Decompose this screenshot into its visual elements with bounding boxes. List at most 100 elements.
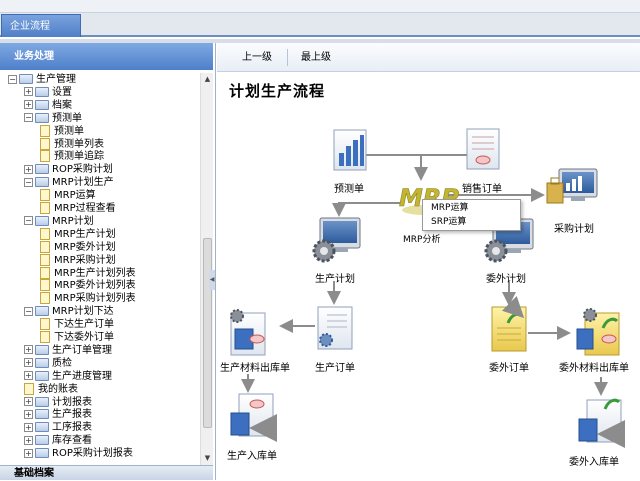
- collapse-minus-icon[interactable]: −: [24, 306, 33, 316]
- expand-plus-icon[interactable]: +: [24, 448, 33, 458]
- tree-item[interactable]: + 库存查看: [24, 434, 92, 447]
- node-outorder[interactable]: [491, 295, 527, 352]
- tree-item[interactable]: MRP过程查看: [40, 202, 116, 215]
- node-prodorder[interactable]: [317, 306, 353, 350]
- node-sales[interactable]: [466, 128, 500, 170]
- tree-item[interactable]: − MRP计划生产: [24, 176, 114, 189]
- tree-item[interactable]: 预测单: [40, 124, 84, 138]
- scroll-thumb[interactable]: [203, 238, 212, 428]
- tree-item[interactable]: + ROP采购计划报表: [24, 447, 133, 460]
- folder-icon: [19, 74, 33, 84]
- node-label-outorder[interactable]: 委外订单: [489, 359, 529, 374]
- tree-item-label: MRP计划下达: [52, 306, 114, 318]
- tree-item[interactable]: + 设置: [24, 86, 72, 99]
- scroll-down-arrow-icon[interactable]: ▼: [202, 453, 213, 464]
- node-matout[interactable]: [230, 309, 266, 356]
- collapse-minus-icon[interactable]: −: [8, 74, 17, 84]
- sidebar-scrollbar[interactable]: ▲ ▼: [200, 73, 213, 465]
- folder-icon: [35, 396, 49, 407]
- tree-item[interactable]: + 档案: [24, 99, 72, 112]
- expand-plus-icon[interactable]: +: [24, 435, 33, 445]
- warehouse-out-icon: [230, 309, 266, 356]
- tree-item[interactable]: + 生产进度管理: [24, 370, 112, 383]
- node-label-prodorder[interactable]: 生产订单: [315, 359, 355, 374]
- collapse-minus-icon[interactable]: −: [24, 113, 33, 123]
- node-label-outin[interactable]: 委外入库单: [569, 453, 619, 468]
- tree-item[interactable]: + 生产订单管理: [24, 344, 112, 357]
- expand-plus-icon[interactable]: +: [24, 345, 33, 355]
- tree-item[interactable]: MRP运算: [40, 189, 96, 202]
- node-outmat[interactable]: [576, 308, 620, 356]
- node-label-outmat[interactable]: 委外材料出库单: [559, 359, 629, 374]
- node-label-outplan[interactable]: 委外计划: [486, 270, 526, 285]
- collapse-minus-icon[interactable]: −: [24, 177, 33, 187]
- tree-item-label: MRP计划: [52, 215, 94, 227]
- tab-strip: 企业流程: [0, 13, 640, 37]
- tree-item-label: MRP委外计划列表: [54, 280, 136, 292]
- panel-splitter-handle[interactable]: ◀: [209, 270, 215, 290]
- tree-item-label: 预测单: [52, 112, 82, 124]
- expand-plus-icon[interactable]: +: [24, 358, 33, 368]
- scroll-up-arrow-icon[interactable]: ▲: [202, 74, 213, 85]
- tree-item[interactable]: 预测单追踪: [40, 150, 104, 163]
- expand-plus-icon[interactable]: +: [24, 87, 33, 97]
- tree-item[interactable]: − 生产管理: [8, 73, 76, 86]
- tree-item[interactable]: 下达委外订单: [40, 331, 114, 344]
- flow-diagram: MRP: [230, 128, 625, 448]
- collapse-minus-icon[interactable]: −: [24, 216, 33, 226]
- expand-plus-icon[interactable]: +: [24, 422, 33, 432]
- node-label-sales[interactable]: 销售订单: [462, 180, 502, 195]
- tree-item[interactable]: − MRP计划: [24, 215, 94, 228]
- tree-item[interactable]: + ROP采购计划: [24, 163, 113, 176]
- tree-item[interactable]: MRP采购计划列表: [40, 292, 136, 305]
- tree-item[interactable]: 预测单列表: [40, 137, 104, 151]
- node-outin[interactable]: [578, 398, 625, 448]
- tree-item-label: MRP生产计划列表: [54, 267, 136, 279]
- tree-item[interactable]: + 质检: [24, 357, 72, 370]
- menu-item-mrp-calc[interactable]: MRP运算: [431, 202, 468, 215]
- expand-plus-icon[interactable]: +: [24, 100, 33, 110]
- expand-plus-icon[interactable]: +: [24, 164, 33, 174]
- tree-item[interactable]: + 计划报表: [24, 396, 92, 409]
- node-label-purchase[interactable]: 采购计划: [554, 220, 594, 235]
- expand-plus-icon[interactable]: +: [24, 409, 33, 419]
- tree-item[interactable]: MRP生产计划列表: [40, 266, 136, 280]
- folder-icon: [35, 177, 49, 188]
- folder-icon: [35, 370, 49, 381]
- node-label-mrp[interactable]: MRP分析: [403, 232, 440, 245]
- expand-plus-icon[interactable]: +: [24, 371, 33, 381]
- folder-icon: [35, 448, 49, 459]
- sidebar: 业务处理 − 生产管理 + 设置 + 档案 − 预测单 预测单 预测单列表 预测单追踪 + ROP采购计…: [0, 43, 216, 480]
- node-forecast[interactable]: [333, 129, 367, 171]
- expand-plus-icon[interactable]: +: [24, 397, 33, 406]
- document-icon: [40, 279, 50, 292]
- node-label-prodin[interactable]: 生产入库单: [227, 447, 277, 462]
- document-icon: [24, 382, 34, 395]
- node-label-forecast[interactable]: 预测单: [334, 180, 364, 195]
- tab-enterprise-flow[interactable]: 企业流程: [1, 14, 81, 37]
- tree-item[interactable]: 下达生产订单: [40, 318, 114, 331]
- tree-item-label: MRP委外计划: [54, 241, 116, 253]
- tree-item[interactable]: + 生产报表: [24, 408, 92, 421]
- tree-item[interactable]: MRP采购计划: [40, 253, 116, 267]
- node-prodplan[interactable]: [312, 217, 361, 263]
- document-icon: [40, 227, 50, 240]
- tree-item[interactable]: − MRP计划下达: [24, 305, 114, 318]
- tree-item[interactable]: MRP委外计划列表: [40, 279, 136, 292]
- node-label-matout[interactable]: 生产材料出库单: [220, 359, 290, 374]
- tree-item[interactable]: MRP委外计划: [40, 240, 116, 254]
- tree-item[interactable]: MRP生产计划: [40, 227, 116, 241]
- node-prodin[interactable]: [230, 393, 277, 442]
- tree-item[interactable]: + 工序报表: [24, 421, 92, 434]
- tree-item-label: 生产管理: [36, 74, 76, 85]
- tree-item[interactable]: − 预测单: [24, 112, 82, 125]
- menu-item-srp-calc[interactable]: SRP运算: [431, 216, 466, 229]
- node-purchase[interactable]: [546, 168, 598, 204]
- sidebar-footer-basic-archive[interactable]: 基础档案: [0, 465, 213, 480]
- tree-item[interactable]: 我的账表: [24, 382, 78, 396]
- document-icon: [40, 292, 50, 305]
- tree-item-label: 计划报表: [52, 396, 92, 408]
- document-icon: [40, 240, 50, 253]
- gear-monitor-icon: [312, 217, 361, 263]
- node-label-prodplan[interactable]: 生产计划: [315, 270, 355, 285]
